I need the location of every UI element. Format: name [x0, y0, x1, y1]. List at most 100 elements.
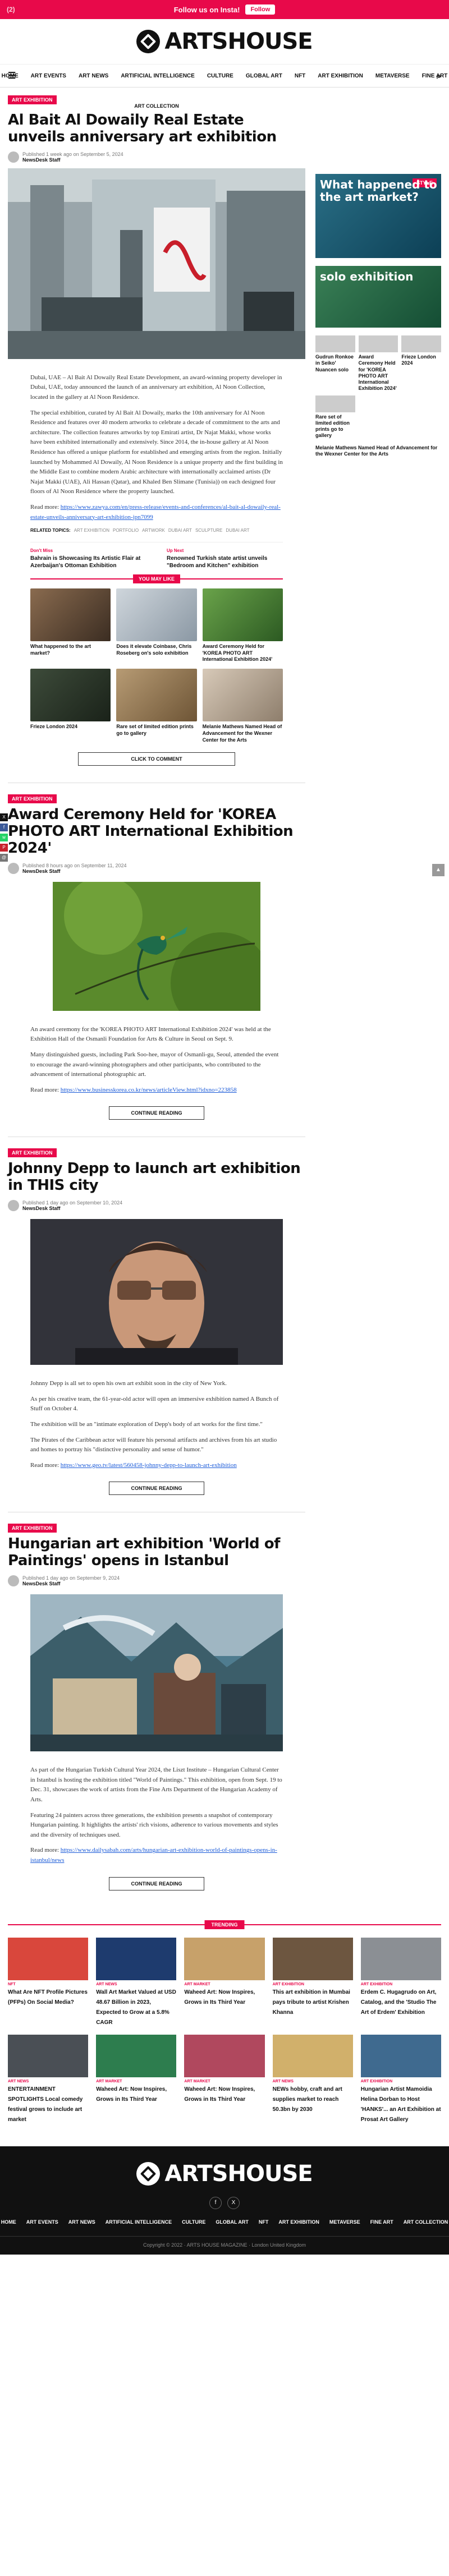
x-icon[interactable]: X [227, 2196, 240, 2209]
nav-item-culture[interactable]: Culture [207, 73, 233, 79]
article-title[interactable]: Hungarian art exhibition 'World of Paint… [8, 1535, 305, 1570]
site-logo[interactable]: ARTSHOUSE [136, 29, 313, 54]
card-title: Frieze London 2024 [30, 724, 78, 730]
whatsapp-share-icon[interactable]: w [0, 834, 8, 841]
author-avatar [8, 862, 19, 874]
facebook-icon[interactable]: f [209, 2196, 222, 2209]
author-name[interactable]: NewsDesk Staff [22, 1581, 120, 1586]
recommended-card[interactable]: What happened to the art market? [30, 588, 111, 663]
scroll-top-button[interactable]: ▲ [432, 864, 445, 876]
facebook-share-icon[interactable]: f [0, 824, 8, 831]
sidebar-grid: Gudrun Ronkoe in Seiko' Nuancen solo Awa… [315, 335, 441, 439]
continue-reading-button[interactable]: Continue Reading [109, 1482, 204, 1496]
trending-card[interactable]: Art Market Waheed Art: Now Inspires, Grow… [184, 1937, 265, 2027]
footer-link[interactable]: Artificial Intelligence [106, 2219, 172, 2225]
footer-link[interactable]: Global Art [216, 2219, 249, 2225]
email-share-icon[interactable]: @ [0, 854, 8, 862]
nav-item-metaverse[interactable]: Metaverse [375, 73, 410, 79]
read-more-link[interactable]: https://www.zawya.com/en/press-release/e… [30, 504, 281, 521]
footer-logo[interactable]: ARTSHOUSE [0, 2161, 449, 2187]
pinterest-share-icon[interactable]: P [0, 844, 8, 852]
continue-reading-button[interactable]: Continue Reading [109, 1876, 204, 1890]
nav-item-art-news[interactable]: Art News [79, 73, 108, 79]
author-name[interactable]: NewsDesk Staff [22, 1206, 122, 1211]
continue-reading-button[interactable]: Continue Reading [109, 1106, 204, 1120]
search-icon[interactable]: ⌕ [437, 71, 441, 81]
footer-link[interactable]: Metaverse [329, 2219, 360, 2225]
tag-link[interactable]: Portfolio [113, 528, 139, 533]
menu-icon[interactable]: ☰ [8, 70, 16, 81]
footer-link[interactable]: Culture [182, 2219, 205, 2225]
sidebar-item[interactable]: Rare set of limited edition prints go to… [315, 395, 355, 439]
nav-item-global-art[interactable]: Global Art [246, 73, 282, 79]
prev-title: Bahrain is Showcasing Its Artistic Flair… [30, 555, 141, 569]
read-more-link[interactable]: https://www.geo.tv/latest/560458-johnny-… [61, 1462, 237, 1469]
author-name[interactable]: NewsDesk Staff [22, 868, 126, 874]
x-share-icon[interactable]: X [0, 813, 8, 821]
share-rail: X f w P @ [0, 813, 8, 864]
trending-card[interactable]: Art News Wall Art Market Valued at USD 48… [96, 1937, 177, 2027]
trending-card[interactable]: NFT What Are NFT Profile Pictures (PFPs) … [8, 1937, 89, 2027]
article-title[interactable]: Johnny Depp to launch art exhibition in … [8, 1161, 305, 1194]
footer-link[interactable]: Art Collection [404, 2219, 448, 2225]
tag-link[interactable]: Sculpture [195, 528, 222, 533]
trending-card[interactable]: Art News ENTERTAINMENT SPOTLIGHTS Local c… [8, 2034, 89, 2124]
footer-link[interactable]: Art Exhibition [278, 2219, 319, 2225]
nav-item-art-exhibition[interactable]: Art Exhibition [318, 73, 363, 79]
read-more-link[interactable]: https://www.businesskorea.co.kr/news/art… [61, 1087, 237, 1093]
article-title[interactable]: Award Ceremony Held for 'KOREA PHOTO ART… [8, 806, 305, 857]
trending-category: Art News [8, 2079, 29, 2083]
footer-link[interactable]: NFT [259, 2219, 269, 2225]
promo-text: Follow us on Insta! [173, 5, 240, 14]
paragraph: Many distinguished guests, including Par… [30, 1051, 279, 1078]
footer-link[interactable]: Art News [68, 2219, 95, 2225]
trending-category: NFT [8, 1982, 16, 1986]
recommended-card[interactable]: Melanie Mathews Named Head of Advancemen… [202, 669, 283, 743]
tag-link[interactable]: Dubai Art [168, 528, 192, 533]
footer-socials: f X [0, 2196, 449, 2209]
next-label: Up Next [167, 548, 184, 554]
sidebar-feature[interactable]: Style What happened to the art market? [315, 174, 441, 258]
nav-item-ai[interactable]: Artificial Intelligence [121, 73, 194, 79]
comment-button[interactable]: Click to comment [78, 752, 235, 766]
nav-item-nft[interactable]: NFT [295, 73, 305, 79]
category-badge[interactable]: Art Exhibition [8, 794, 57, 804]
recommended-card[interactable]: Frieze London 2024 [30, 669, 111, 743]
category-badge[interactable]: Art Exhibition [8, 95, 57, 104]
author-name[interactable]: NewsDesk Staff [22, 157, 123, 163]
category-badge[interactable]: Art Exhibition [8, 1524, 57, 1533]
sidebar-list-item[interactable]: Melanie Mathews Named Head of Advancemen… [315, 445, 441, 458]
trending-card[interactable]: Art Exhibition Hungarian Artist Mamoidia … [360, 2034, 441, 2124]
recommended-card[interactable]: Does it elevate Coinbase, Chris Roseberg… [116, 588, 197, 663]
footer-link[interactable]: Art Events [26, 2219, 58, 2225]
sidebar-item[interactable]: Frieze London 2024 [401, 335, 441, 392]
recommended-card[interactable]: Award Ceremony Held for 'KOREA PHOTO ART… [202, 588, 283, 663]
sidebar-feature-2[interactable]: solo exhibition [315, 266, 441, 328]
trending-card[interactable]: Art Market Waheed Art: Now Inspires, Grow… [96, 2034, 177, 2124]
follow-button[interactable]: Follow [245, 4, 276, 15]
trending-card[interactable]: Art Exhibition This art exhibition in Mum… [272, 1937, 353, 2027]
footer-link[interactable]: Fine Art [370, 2219, 393, 2225]
article-body: An award ceremony for the 'KOREA PHOTO A… [8, 1025, 305, 1096]
next-article-link[interactable]: Up Next Renowned Turkish state artist un… [167, 548, 283, 569]
read-more-link[interactable]: https://www.dailysabah.com/arts/hungaria… [30, 1847, 277, 1864]
sidebar-item[interactable]: Gudrun Ronkoe in Seiko' Nuancen solo [315, 335, 355, 392]
footer-link[interactable]: Home [1, 2219, 16, 2225]
trending-card[interactable]: Art Exhibition Erdem C. Hugagrudo on Art,… [360, 1937, 441, 2027]
trending-card[interactable]: Art News NEWs hobby, craft and art suppli… [272, 2034, 353, 2124]
nav-item-fine-art[interactable]: Fine Art [422, 73, 448, 79]
tag-link[interactable]: Dubai Art [226, 528, 249, 533]
prev-article-link[interactable]: Don't Miss Bahrain is Showcasing Its Art… [30, 548, 146, 569]
trending-category: Art News [272, 2079, 294, 2083]
article-title: Al Bait Al Dowaily Real Estate unveils a… [8, 112, 277, 145]
article-meta: Published 1 day ago on September 9, 2024… [8, 1575, 305, 1587]
paragraph: An award ceremony for the 'KOREA PHOTO A… [30, 1025, 271, 1043]
tag-link[interactable]: Artwork [142, 528, 165, 533]
tag-link[interactable]: Art Exhibition [74, 528, 109, 533]
category-badge[interactable]: Art Exhibition [8, 1148, 57, 1158]
nav-item-art-events[interactable]: Art Events [31, 73, 66, 79]
trending-image [96, 2034, 177, 2077]
recommended-card[interactable]: Rare set of limited edition prints go to… [116, 669, 197, 743]
sidebar-item[interactable]: Award Ceremony Held for 'KOREA PHOTO ART… [358, 335, 398, 392]
trending-card[interactable]: Art Market Waheed Art: Now Inspires, Grow… [184, 2034, 265, 2124]
